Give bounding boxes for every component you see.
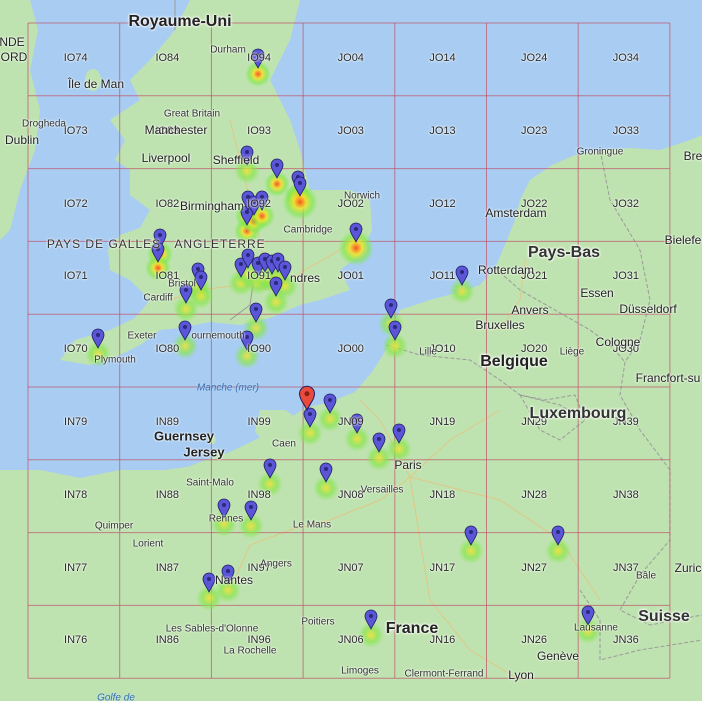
grid-square-label: JO24 [521,51,548,64]
grid-square-label: IN89 [155,415,179,428]
grid-square-label: IN97 [247,561,271,574]
grid-square-label: IN79 [64,415,88,428]
grid-square-label: JO33 [612,124,640,137]
grid-square-label: IN87 [155,561,179,574]
grid-square-label: JO03 [337,124,364,137]
grid-square-label: JN36 [613,634,639,647]
grid-square-label: IO94 [247,51,272,64]
grid-square-label: JO04 [337,51,364,64]
grid-square-label: JN07 [337,561,364,574]
grid-square-label: IO90 [247,343,272,356]
grid-square-label: JO23 [521,124,548,137]
grid-square-label: IO80 [155,343,180,356]
grid-square-label: IO91 [247,270,272,283]
grid-square-label: JN37 [613,561,639,574]
grid-square-label: JN26 [521,634,548,647]
grid-square-label: IN76 [64,634,88,647]
grid-square-label: JN29 [521,415,548,428]
grid-square-label: JO20 [521,343,548,356]
grid-square-label: IN86 [155,634,179,647]
grid-square-label: JO00 [337,343,364,356]
grid-square-label: IN78 [64,488,88,501]
grid-square-label: IN99 [247,415,271,428]
grid-square-label: JN19 [429,415,456,428]
grid-square-label: JO02 [337,197,364,210]
grid-square-label: JO21 [521,270,548,283]
grid-square-label: IN88 [155,488,179,501]
grid-square-label: JO12 [429,197,456,210]
grid-square-label: JO30 [612,343,640,356]
grid-square-label: IO81 [155,270,180,283]
grid-square-label: IO71 [63,270,88,283]
selected-location-marker[interactable] [298,385,316,412]
grid-square-label: JN06 [337,634,364,647]
grid-square-label: JO01 [337,270,364,283]
grid-square-label: IO93 [247,124,272,137]
grid-square-label: JO32 [612,197,640,210]
grid-square-label: IO82 [155,197,180,210]
grid-square-label: JN17 [429,561,456,574]
grid-square-label: IO92 [247,197,272,210]
grid-square-label: IO72 [63,197,88,210]
grid-square-label: IO83 [155,124,180,137]
grid-square-label: JN28 [521,488,548,501]
grid-square-label: JO34 [612,51,640,64]
grid-square-label: IN98 [247,488,271,501]
grid-square-label: JN27 [521,561,548,574]
grid-square-label: JO31 [612,270,640,283]
grid-square-label: IO70 [63,343,88,356]
grid-square-label: IN77 [64,561,88,574]
grid-square-label: JN09 [337,415,364,428]
grid-square-label: JN16 [429,634,456,647]
grid-square-label: JN39 [613,415,639,428]
grid-square-label: IO74 [63,51,88,64]
grid-square-label: IO73 [63,124,88,137]
grid-square-label: IN96 [247,634,271,647]
grid-square-label: IO84 [155,51,180,64]
grid-square-label: JO22 [521,197,548,210]
grid-square-label: JO13 [429,124,456,137]
grid-square-label: JN38 [613,488,639,501]
grid-square-label: JN18 [429,488,456,501]
grid-square-label: JO14 [429,51,456,64]
map-view[interactable]: IO74 IO84 IO94 JO04 JO14 JO24 JO34 IO73 IO83 IO93… [0,0,702,701]
grid-square-label: JN08 [337,488,364,501]
grid-square-label: JO10 [429,343,456,356]
grid-square-label: JO11 [429,270,456,283]
